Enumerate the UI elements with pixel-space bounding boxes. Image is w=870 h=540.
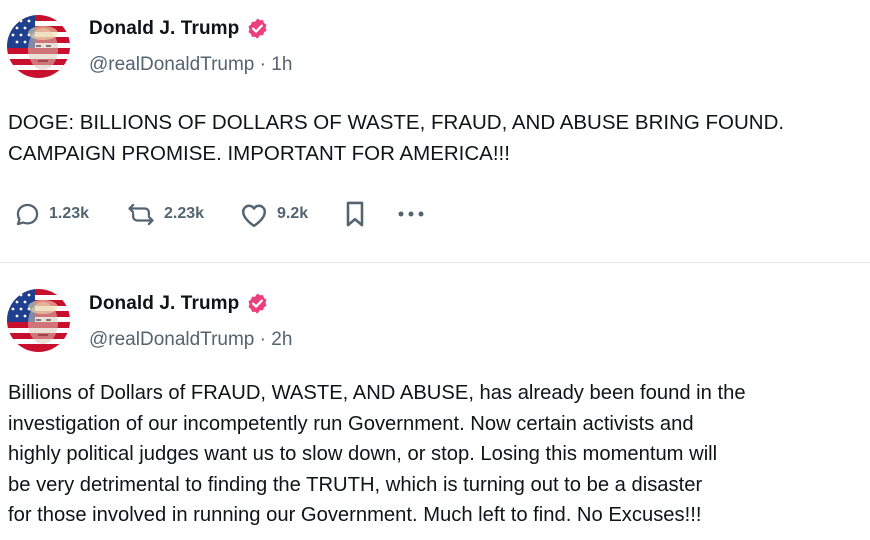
post-text: Billions of Dollars of FRAUD, WASTE, AND… [8,378,864,531]
more-options-button[interactable] [396,209,436,219]
bookmark-button[interactable] [343,200,396,228]
action-bar: 1.23k 2.23k 9.2k [14,196,436,232]
retruth-count: 2.23k [164,205,205,222]
post-text-line: investigation of our incompetently run G… [8,412,694,435]
verified-badge-icon [246,292,269,315]
avatar[interactable] [7,289,70,352]
author-handle[interactable]: @realDonaldTrump [89,329,254,350]
post[interactable]: Donald J. Trump @realDonaldTrump · 1h DO… [0,0,870,263]
more-dots-icon [396,209,426,219]
handle-row: @realDonaldTrump · 1h [89,54,292,76]
bookmark-icon [343,200,367,228]
post-text-line: Billions of Dollars of FRAUD, WASTE, AND… [8,382,746,404]
author-name[interactable]: Donald J. Trump [89,18,239,40]
post-time[interactable]: 2h [271,329,292,350]
post-text-line: for those involved in running our Govern… [8,504,702,526]
post-text: DOGE: BILLIONS OF DOLLARS OF WASTE, FRAU… [8,107,864,169]
author-name-row[interactable]: Donald J. Trump [89,292,269,315]
post[interactable]: Donald J. Trump @realDonaldTrump · 2h Bi… [0,263,870,540]
retruth-icon [126,201,156,228]
author-handle[interactable]: @realDonaldTrump [89,54,254,75]
post-text-line: CAMPAIGN PROMISE. IMPORTANT FOR AMERICA!… [8,142,510,165]
post-text-line: DOGE: BILLIONS OF DOLLARS OF WASTE, FRAU… [8,111,785,134]
author-name-row[interactable]: Donald J. Trump [89,17,269,40]
separator: · [254,54,272,75]
reply-icon [14,201,41,228]
post-time[interactable]: 1h [271,54,292,75]
author-name[interactable]: Donald J. Trump [89,293,239,315]
reply-count: 1.23k [49,205,90,222]
separator: · [254,329,272,350]
handle-row: @realDonaldTrump · 2h [89,329,292,351]
reply-button[interactable]: 1.23k [14,201,126,228]
like-button[interactable]: 9.2k [239,201,343,228]
post-text-line: highly political judges want us to slow … [8,443,718,465]
post-text-line: be very detrimental to finding the TRUTH… [8,473,703,496]
like-count: 9.2k [277,205,309,222]
verified-badge-icon [246,17,269,40]
retruth-button[interactable]: 2.23k [126,201,239,228]
feed: Donald J. Trump @realDonaldTrump · 1h DO… [0,0,870,540]
heart-icon [239,201,269,228]
avatar[interactable] [7,15,70,78]
